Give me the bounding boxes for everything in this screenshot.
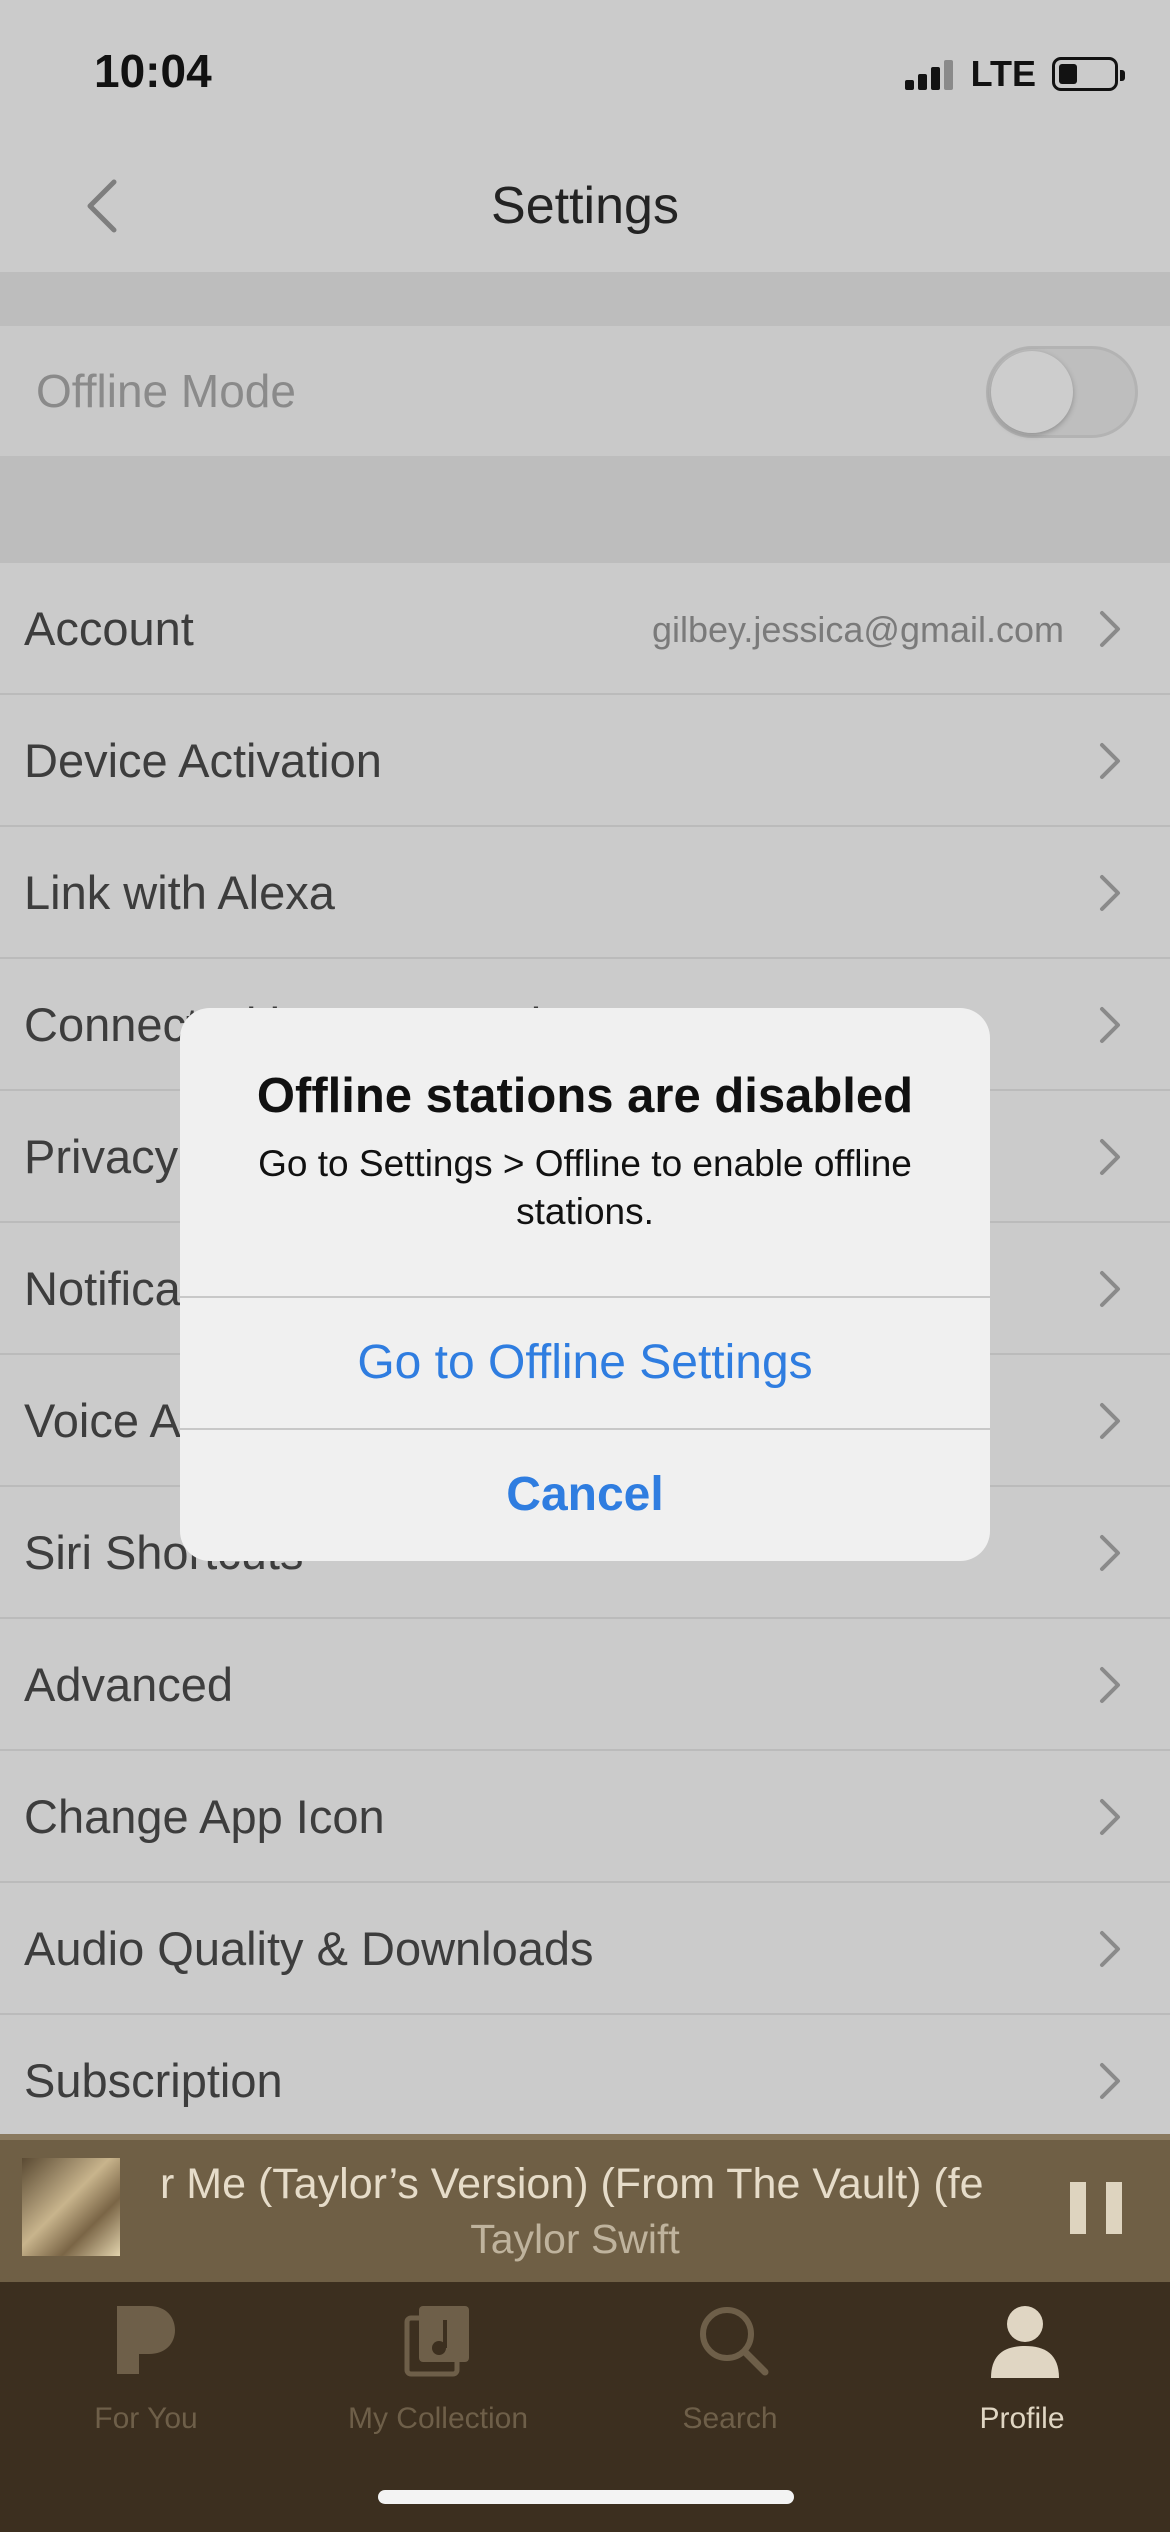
settings-row-audio-quality[interactable]: Audio Quality & Downloads <box>0 1883 1170 2015</box>
offline-mode-row: Offline Mode <box>0 326 1170 456</box>
offline-mode-label: Offline Mode <box>36 365 296 417</box>
search-icon <box>700 2307 769 2376</box>
chevron-right-icon <box>1100 1403 1120 1439</box>
settings-row-change-app-icon[interactable]: Change App Icon <box>0 1751 1170 1883</box>
row-label: Advanced <box>24 1658 234 1711</box>
nav-bar: Settings <box>0 140 1170 272</box>
row-label: Audio Quality & Downloads <box>24 1922 594 1975</box>
tab-search[interactable]: Search <box>584 2282 876 2452</box>
tab-label: Profile <box>979 2402 1065 2435</box>
pause-icon <box>1070 2182 1086 2234</box>
section-divider <box>0 272 1170 326</box>
chevron-right-icon <box>1100 1007 1120 1043</box>
collection-icon <box>404 2306 469 2377</box>
page-title: Settings <box>491 177 679 235</box>
chevron-right-icon <box>1100 1667 1120 1703</box>
settings-row-device-activation[interactable]: Device Activation <box>0 695 1170 827</box>
status-indicators: LTE <box>904 52 1125 96</box>
playback-progress <box>0 2134 1170 2140</box>
row-label: Link with Alexa <box>24 866 335 919</box>
cellular-signal-icon <box>904 58 957 90</box>
alert-message: Go to Settings > Offline to enable offli… <box>258 1143 912 1232</box>
chevron-right-icon <box>1100 1535 1120 1571</box>
row-label: Change App Icon <box>24 1790 385 1843</box>
settings-row-link-alexa[interactable]: Link with Alexa <box>0 827 1170 959</box>
track-title: r Me (Taylor’s Version) (From The Vault)… <box>160 2160 984 2208</box>
settings-row-account[interactable]: Account gilbey.jessica@gmail.com <box>0 563 1170 695</box>
chevron-right-icon <box>1100 1271 1120 1307</box>
chevron-right-icon <box>1100 611 1120 647</box>
profile-icon <box>991 2306 1059 2378</box>
settings-row-subscription[interactable]: Subscription <box>0 2015 1170 2147</box>
home-indicator[interactable] <box>378 2490 794 2504</box>
account-email: gilbey.jessica@gmail.com <box>651 609 1064 650</box>
chevron-right-icon <box>1100 2063 1120 2099</box>
chevron-right-icon <box>1100 1931 1120 1967</box>
album-art <box>22 2158 120 2256</box>
go-to-offline-settings-button[interactable]: Go to Offline Settings <box>180 1298 990 1428</box>
chevron-right-icon <box>1100 1799 1120 1835</box>
row-label: Device Activation <box>24 734 382 787</box>
track-artist: Taylor Swift <box>470 2216 680 2262</box>
tab-my-collection[interactable]: My Collection <box>292 2282 584 2452</box>
settings-row-advanced[interactable]: Advanced <box>0 1619 1170 1751</box>
row-label: Privacy <box>24 1130 179 1183</box>
chevron-right-icon <box>1100 743 1120 779</box>
offline-alert-dialog: Offline stations are disabled Go to Sett… <box>180 1008 990 1561</box>
cancel-button[interactable]: Cancel <box>180 1430 990 1560</box>
toggle-knob <box>991 351 1073 433</box>
status-time: 10:04 <box>94 45 212 97</box>
row-label: Account <box>24 602 194 655</box>
tab-profile[interactable]: Profile <box>876 2282 1168 2452</box>
offline-mode-toggle[interactable] <box>986 346 1138 438</box>
chevron-right-icon <box>1100 875 1120 911</box>
row-label: Subscription <box>24 2054 283 2107</box>
status-bar: 10:04 LTE <box>0 0 1170 140</box>
network-type: LTE <box>970 53 1036 94</box>
tab-label: Search <box>682 2402 778 2435</box>
pandora-p-icon <box>117 2306 175 2374</box>
tab-label: My Collection <box>347 2402 529 2435</box>
pause-button[interactable] <box>1066 2178 1126 2238</box>
alert-title: Offline stations are disabled <box>256 1069 914 1123</box>
tab-for-you[interactable]: For You <box>0 2282 292 2452</box>
chevron-right-icon <box>1100 1139 1120 1175</box>
section-divider <box>0 456 1170 563</box>
tab-label: For You <box>94 2402 198 2435</box>
mini-player[interactable]: r Me (Taylor’s Version) (From The Vault)… <box>0 2134 1170 2282</box>
battery-icon <box>1052 57 1125 91</box>
